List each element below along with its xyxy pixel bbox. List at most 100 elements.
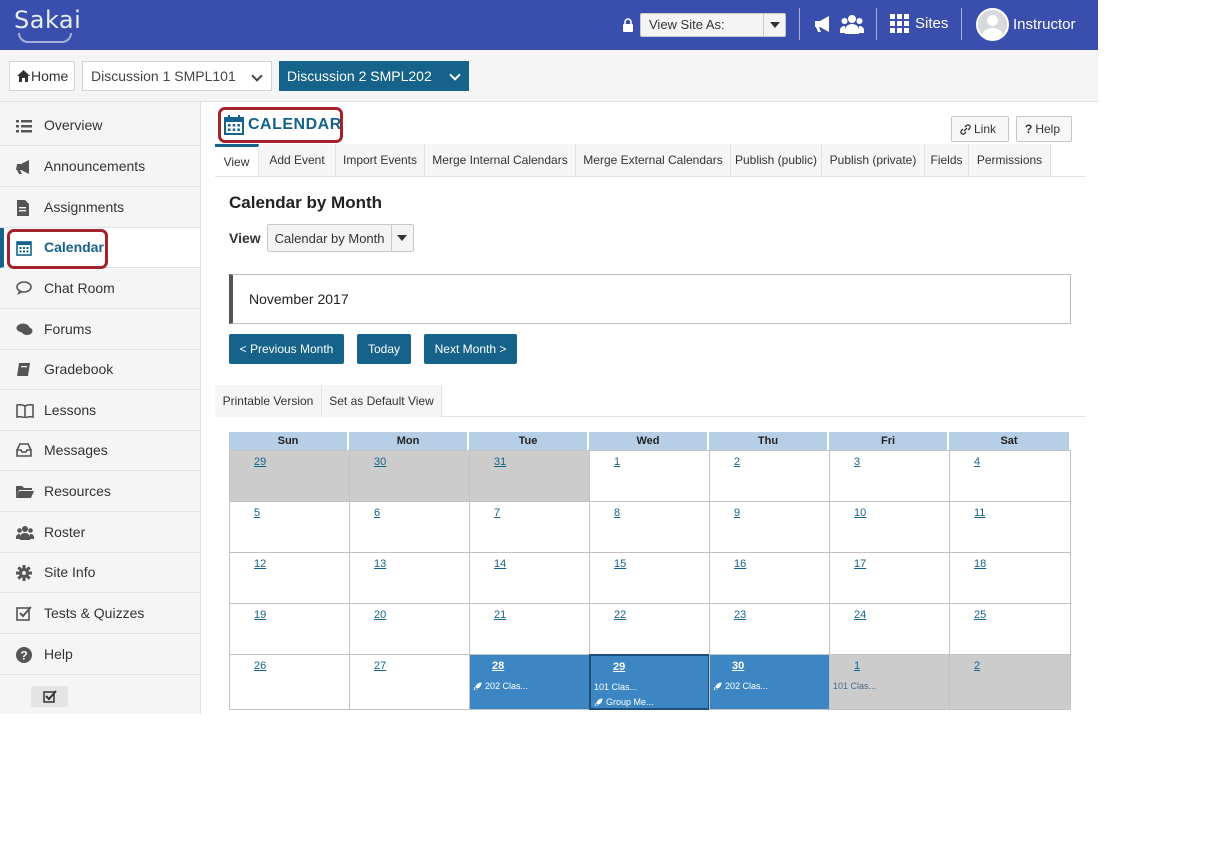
- day-number-link[interactable]: 16: [734, 558, 746, 570]
- today-button[interactable]: Today: [357, 334, 411, 364]
- link-button[interactable]: Link: [951, 116, 1009, 142]
- calendar-day-cell[interactable]: 31: [469, 450, 590, 502]
- view-site-as-select[interactable]: View Site As:: [640, 13, 786, 37]
- calendar-day-cell[interactable]: 3: [829, 450, 950, 502]
- calendar-day-cell[interactable]: 14: [469, 552, 590, 604]
- calendar-day-cell[interactable]: 4: [949, 450, 1071, 502]
- calendar-event[interactable]: Group Me...: [594, 697, 654, 707]
- calendar-day-cell[interactable]: 29 101 Clas... Group Me...: [589, 654, 710, 710]
- set-default-view-tab[interactable]: Set as Default View: [322, 385, 442, 417]
- sidebar-item-gradebook[interactable]: Gradebook: [0, 350, 200, 390]
- day-number-link[interactable]: 9: [734, 507, 740, 519]
- tab-add-event[interactable]: Add Event: [259, 144, 336, 176]
- day-number-link[interactable]: 25: [974, 609, 986, 621]
- calendar-day-cell[interactable]: 28 202 Clas...: [469, 654, 590, 710]
- calendar-day-cell[interactable]: 2: [949, 654, 1071, 710]
- calendar-day-cell[interactable]: 15: [589, 552, 710, 604]
- user-menu[interactable]: Instructor: [976, 8, 1076, 41]
- tab-publish-private[interactable]: Publish (private): [822, 144, 925, 176]
- calendar-day-cell[interactable]: 12: [229, 552, 350, 604]
- calendar-day-cell[interactable]: 29: [229, 450, 350, 502]
- calendar-day-cell[interactable]: 6: [349, 501, 470, 553]
- calendar-day-cell[interactable]: 30: [349, 450, 470, 502]
- site-tab-smpl202[interactable]: Discussion 2 SMPL202: [279, 61, 469, 91]
- calendar-day-cell[interactable]: 18: [949, 552, 1071, 604]
- day-number-link[interactable]: 2: [734, 456, 740, 468]
- day-number-link[interactable]: 10: [854, 507, 866, 519]
- home-button[interactable]: Home: [9, 61, 75, 91]
- day-number-link[interactable]: 21: [494, 609, 506, 621]
- users-icon[interactable]: [840, 14, 864, 34]
- calendar-day-cell[interactable]: 2: [709, 450, 830, 502]
- calendar-day-cell[interactable]: 5: [229, 501, 350, 553]
- calendar-day-cell[interactable]: 9: [709, 501, 830, 553]
- megaphone-icon[interactable]: [813, 15, 835, 33]
- day-number-link[interactable]: 23: [734, 609, 746, 621]
- sidebar-item-help[interactable]: ? Help: [0, 635, 200, 675]
- calendar-day-cell[interactable]: 23: [709, 603, 830, 655]
- day-number-link[interactable]: 30: [732, 660, 744, 672]
- tab-fields[interactable]: Fields: [925, 144, 969, 176]
- day-number-link[interactable]: 8: [614, 507, 620, 519]
- sidebar-item-overview[interactable]: Overview: [0, 106, 200, 146]
- sidebar-item-lessons[interactable]: Lessons: [0, 391, 200, 431]
- day-number-link[interactable]: 17: [854, 558, 866, 570]
- help-button[interactable]: ? Help: [1016, 116, 1072, 142]
- day-number-link[interactable]: 31: [494, 456, 506, 468]
- site-tab-smpl101[interactable]: Discussion 1 SMPL101: [82, 61, 272, 91]
- day-number-link[interactable]: 3: [854, 456, 860, 468]
- calendar-day-cell[interactable]: 13: [349, 552, 470, 604]
- day-number-link[interactable]: 15: [614, 558, 626, 570]
- day-number-link[interactable]: 1: [854, 660, 860, 672]
- tab-import-events[interactable]: Import Events: [336, 144, 425, 176]
- sidebar-item-assignments[interactable]: Assignments: [0, 188, 200, 228]
- day-number-link[interactable]: 12: [254, 558, 266, 570]
- day-number-link[interactable]: 1: [614, 456, 620, 468]
- day-number-link[interactable]: 2: [974, 660, 980, 672]
- sidebar-item-site-info[interactable]: Site Info: [0, 553, 200, 593]
- sites-button[interactable]: Sites: [890, 14, 948, 33]
- day-number-link[interactable]: 11: [974, 507, 985, 519]
- chevron-down-icon[interactable]: [449, 69, 461, 81]
- day-number-link[interactable]: 29: [613, 661, 625, 673]
- day-number-link[interactable]: 29: [254, 456, 266, 468]
- day-number-link[interactable]: 24: [854, 609, 866, 621]
- calendar-day-cell[interactable]: 1: [589, 450, 710, 502]
- chevron-down-icon[interactable]: [251, 70, 263, 82]
- previous-month-button[interactable]: < Previous Month: [229, 334, 344, 364]
- sidebar-item-resources[interactable]: Resources: [0, 472, 200, 512]
- day-number-link[interactable]: 30: [374, 456, 386, 468]
- calendar-event[interactable]: 101 Clas...: [833, 681, 876, 691]
- calendar-day-cell[interactable]: 17: [829, 552, 950, 604]
- day-number-link[interactable]: 26: [254, 660, 266, 672]
- day-number-link[interactable]: 20: [374, 609, 386, 621]
- calendar-day-cell[interactable]: 24: [829, 603, 950, 655]
- calendar-day-cell[interactable]: 8: [589, 501, 710, 553]
- calendar-day-cell[interactable]: 19: [229, 603, 350, 655]
- day-number-link[interactable]: 22: [614, 609, 626, 621]
- sidebar-item-forums[interactable]: Forums: [0, 310, 200, 350]
- calendar-event[interactable]: 202 Clas...: [713, 681, 768, 691]
- sidebar-item-announcements[interactable]: Announcements: [0, 147, 200, 187]
- day-number-link[interactable]: 14: [494, 558, 506, 570]
- day-number-link[interactable]: 5: [254, 507, 260, 519]
- calendar-day-cell[interactable]: 27: [349, 654, 470, 710]
- calendar-day-cell[interactable]: 11: [949, 501, 1071, 553]
- tab-publish-public[interactable]: Publish (public): [731, 144, 822, 176]
- tab-merge-external-calendars[interactable]: Merge External Calendars: [576, 144, 731, 176]
- calendar-day-cell[interactable]: 30 202 Clas...: [709, 654, 830, 710]
- day-number-link[interactable]: 13: [374, 558, 386, 570]
- day-number-link[interactable]: 28: [492, 660, 504, 672]
- tab-permissions[interactable]: Permissions: [969, 144, 1051, 176]
- day-number-link[interactable]: 18: [974, 558, 986, 570]
- calendar-day-cell[interactable]: 26: [229, 654, 350, 710]
- day-number-link[interactable]: 19: [254, 609, 266, 621]
- calendar-event[interactable]: 101 Clas...: [594, 682, 637, 692]
- next-month-button[interactable]: Next Month >: [424, 334, 517, 364]
- sidebar-item-roster[interactable]: Roster: [0, 513, 200, 553]
- calendar-day-cell[interactable]: 1 101 Clas...: [829, 654, 950, 710]
- sidebar-item-tests-quizzes[interactable]: Tests & Quizzes: [0, 594, 200, 634]
- day-number-link[interactable]: 4: [974, 456, 980, 468]
- calendar-day-cell[interactable]: 7: [469, 501, 590, 553]
- calendar-day-cell[interactable]: 20: [349, 603, 470, 655]
